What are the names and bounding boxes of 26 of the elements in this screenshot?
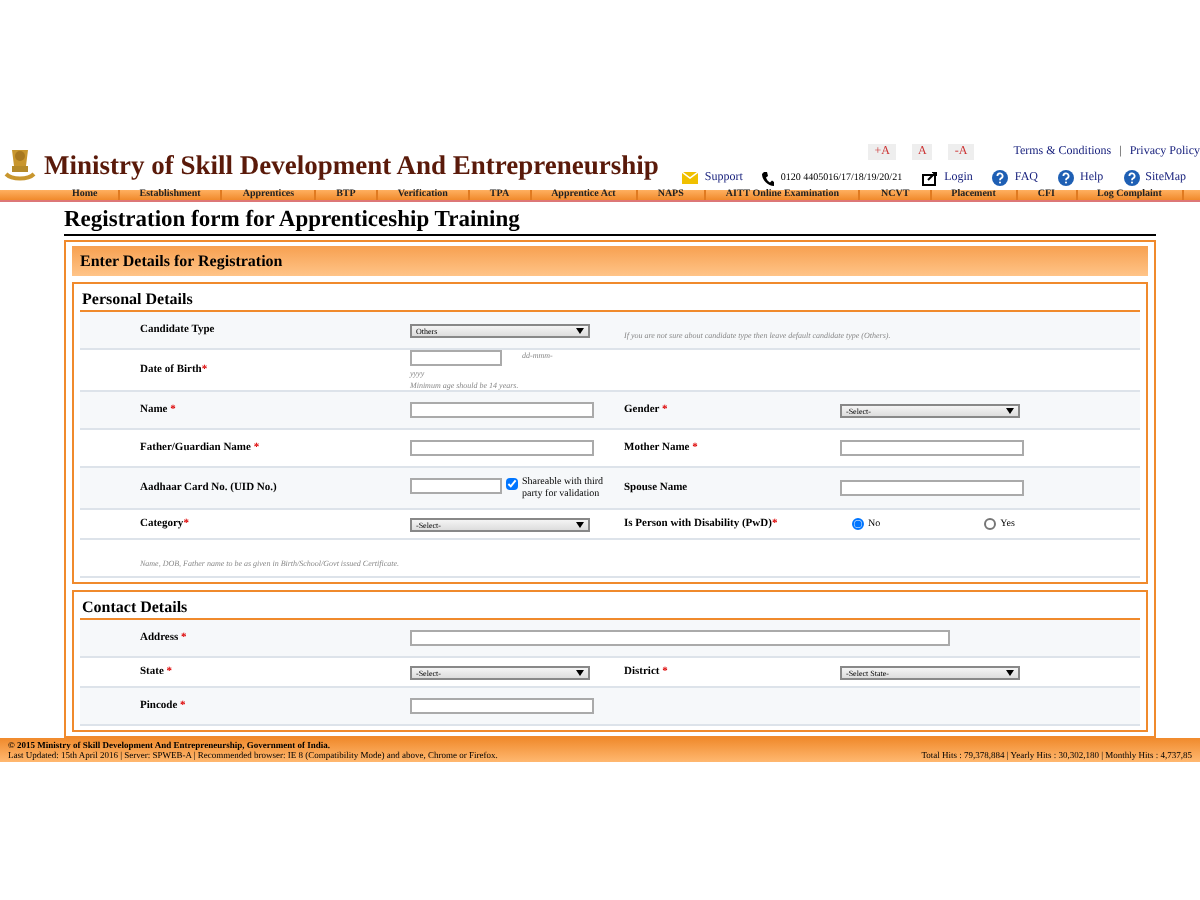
text-field[interactable] [840,479,1024,495]
checkbox[interactable] [506,478,518,490]
text-field[interactable] [840,439,1024,455]
dropdown-arrow-icon [576,327,584,333]
radio-button[interactable] [852,518,864,530]
ministry-title: Ministry of Skill Development And Entrepreneurship [44,150,659,182]
text-field[interactable] [410,439,594,455]
text-field[interactable] [410,629,950,645]
text-field[interactable] [410,401,594,417]
radio-button[interactable] [984,518,997,530]
help-icon [1123,170,1140,186]
emblem-icon [4,146,36,186]
phone-icon [762,171,775,185]
page-title: Registration form for Apprenticeship Training [64,208,1156,236]
form-header: Enter Details for Registration [72,246,1148,276]
envelope-icon [682,172,699,184]
help-icon [1057,170,1074,186]
help-icon [992,170,1009,186]
login-icon [922,171,939,185]
dropdown-arrow-icon [1006,407,1014,413]
dropdown-arrow-icon [1006,669,1014,675]
dropdown-arrow-icon [576,521,584,527]
text-field[interactable] [410,478,502,494]
date-field[interactable] [410,350,502,366]
dropdown-arrow-icon [576,669,584,675]
text-field[interactable] [410,697,594,713]
